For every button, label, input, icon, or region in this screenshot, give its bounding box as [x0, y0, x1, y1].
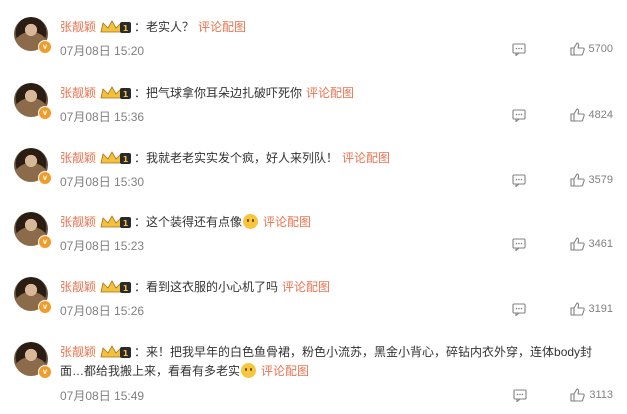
reply-icon — [512, 238, 527, 251]
comment-time: 07月08日 15:20 — [60, 44, 145, 58]
like-button[interactable]: 5700 — [569, 42, 613, 56]
verified-badge-icon: v — [38, 106, 52, 120]
comment-item: v 张靓颖 1 ：我就老老实实发个疯，好人来列队！ 评论配图 07月08日 15:30… — [0, 148, 627, 198]
comment-time: 07月08日 15:30 — [60, 175, 145, 189]
like-count: 3461 — [588, 238, 613, 250]
comment-time: 07月08日 15:23 — [60, 239, 145, 253]
thumbs-up-icon — [569, 108, 585, 122]
comment-image-link[interactable]: 评论配图 — [263, 215, 311, 229]
like-count: 5700 — [588, 43, 613, 55]
smile-emoji-icon — [241, 363, 257, 378]
thumbs-up-icon — [569, 237, 585, 251]
comment-text: 老实人？ — [146, 20, 195, 34]
svg-text:1: 1 — [123, 155, 129, 164]
comment-text: 把气球拿你耳朵边扎破吓死你 — [146, 86, 303, 100]
comment-time: 07月08日 15:26 — [60, 304, 145, 318]
username-link[interactable]: 张靓颖 — [60, 280, 96, 294]
comment-text-line-2: 面…都给我搬上来，看看有多老实 — [60, 364, 241, 378]
vip-crown-icon: 1 — [100, 345, 132, 358]
reply-button[interactable] — [512, 238, 527, 251]
colon: ： — [134, 20, 147, 34]
reply-icon — [512, 109, 527, 122]
comment-image-link[interactable]: 评论配图 — [306, 86, 354, 100]
colon: ： — [134, 280, 147, 294]
like-count: 3191 — [588, 303, 613, 315]
like-button[interactable]: 3191 — [569, 302, 613, 316]
comment-image-link[interactable]: 评论配图 — [342, 151, 390, 165]
comment-image-link[interactable]: 评论配图 — [261, 364, 309, 378]
comment-list: v 张靓颖 1 ：老实人？ 评论配图 07月08日 15:20 5700 v 张靓颖 1… — [0, 0, 627, 414]
reply-icon — [512, 174, 527, 187]
colon: ： — [134, 151, 147, 165]
comment-time: 07月08日 15:49 — [60, 389, 145, 403]
reply-icon — [512, 43, 527, 56]
verified-badge-icon: v — [38, 365, 52, 379]
like-button[interactable]: 3579 — [569, 173, 613, 187]
reply-button[interactable] — [512, 109, 527, 122]
comment-time: 07月08日 15:36 — [60, 110, 145, 124]
vip-crown-icon: 1 — [100, 280, 132, 293]
reply-button[interactable] — [513, 389, 527, 402]
comment-text: 看到这衣服的小心机了吗 — [146, 280, 279, 294]
reply-button[interactable] — [512, 303, 527, 316]
colon: ： — [134, 215, 147, 229]
username-link[interactable]: 张靓颖 — [60, 151, 96, 165]
colon: ： — [134, 86, 147, 100]
like-count: 3113 — [589, 389, 613, 401]
thumbs-up-icon — [570, 388, 586, 402]
comment-item: v 张靓颖 1 ：来！把我早年的白色鱼骨裙，粉色小流苏，黑金小背心，碎钻内衣外穿，连… — [0, 342, 627, 412]
like-button[interactable]: 3113 — [570, 388, 613, 402]
comment-text-line-1: 来！把我早年的白色鱼骨裙，粉色小流苏，黑金小背心，碎钻内衣外穿，连体body封 — [146, 345, 593, 359]
reply-button[interactable] — [512, 174, 527, 187]
vip-crown-icon: 1 — [100, 20, 132, 33]
comment-item: v 张靓颖 1 ：这个装得还有点像 评论配图 07月08日 15:23 3461 — [0, 212, 627, 262]
reply-icon — [513, 389, 527, 402]
reply-button[interactable] — [512, 43, 527, 56]
reply-icon — [512, 303, 527, 316]
comment-item: v 张靓颖 1 ：把气球拿你耳朵边扎破吓死你 评论配图 07月08日 15:36 48… — [0, 83, 627, 133]
thumbs-up-icon — [569, 173, 585, 187]
verified-badge-icon: v — [38, 171, 52, 185]
verified-badge-icon: v — [38, 40, 52, 54]
vip-crown-icon: 1 — [100, 151, 132, 164]
thumbs-up-icon — [569, 302, 585, 316]
thinking-emoji-icon — [243, 214, 259, 229]
svg-text:1: 1 — [123, 219, 129, 228]
colon: ： — [134, 345, 147, 359]
svg-text:1: 1 — [123, 24, 129, 33]
comment-text: 这个装得还有点像 — [146, 215, 243, 229]
thumbs-up-icon — [569, 42, 585, 56]
like-count: 3579 — [588, 174, 613, 186]
like-count: 4824 — [588, 109, 613, 121]
comment-item: v 张靓颖 1 ：老实人？ 评论配图 07月08日 15:20 5700 — [0, 17, 627, 67]
like-button[interactable]: 3461 — [569, 237, 613, 251]
verified-badge-icon: v — [38, 235, 52, 249]
comment-item: v 张靓颖 1 ：看到这衣服的小心机了吗 评论配图 07月08日 15:26 3191 — [0, 277, 627, 327]
username-link[interactable]: 张靓颖 — [60, 345, 96, 359]
vip-crown-icon: 1 — [100, 86, 132, 99]
svg-text:1: 1 — [123, 349, 129, 358]
vip-crown-icon: 1 — [100, 215, 132, 228]
svg-text:1: 1 — [123, 90, 129, 99]
username-link[interactable]: 张靓颖 — [60, 215, 96, 229]
like-button[interactable]: 4824 — [569, 108, 613, 122]
verified-badge-icon: v — [38, 300, 52, 314]
comment-image-link[interactable]: 评论配图 — [282, 280, 330, 294]
username-link[interactable]: 张靓颖 — [60, 20, 96, 34]
comment-image-link[interactable]: 评论配图 — [198, 20, 246, 34]
svg-text:1: 1 — [123, 284, 129, 293]
comment-text: 我就老老实实发个疯，好人来列队！ — [146, 151, 339, 165]
username-link[interactable]: 张靓颖 — [60, 86, 96, 100]
